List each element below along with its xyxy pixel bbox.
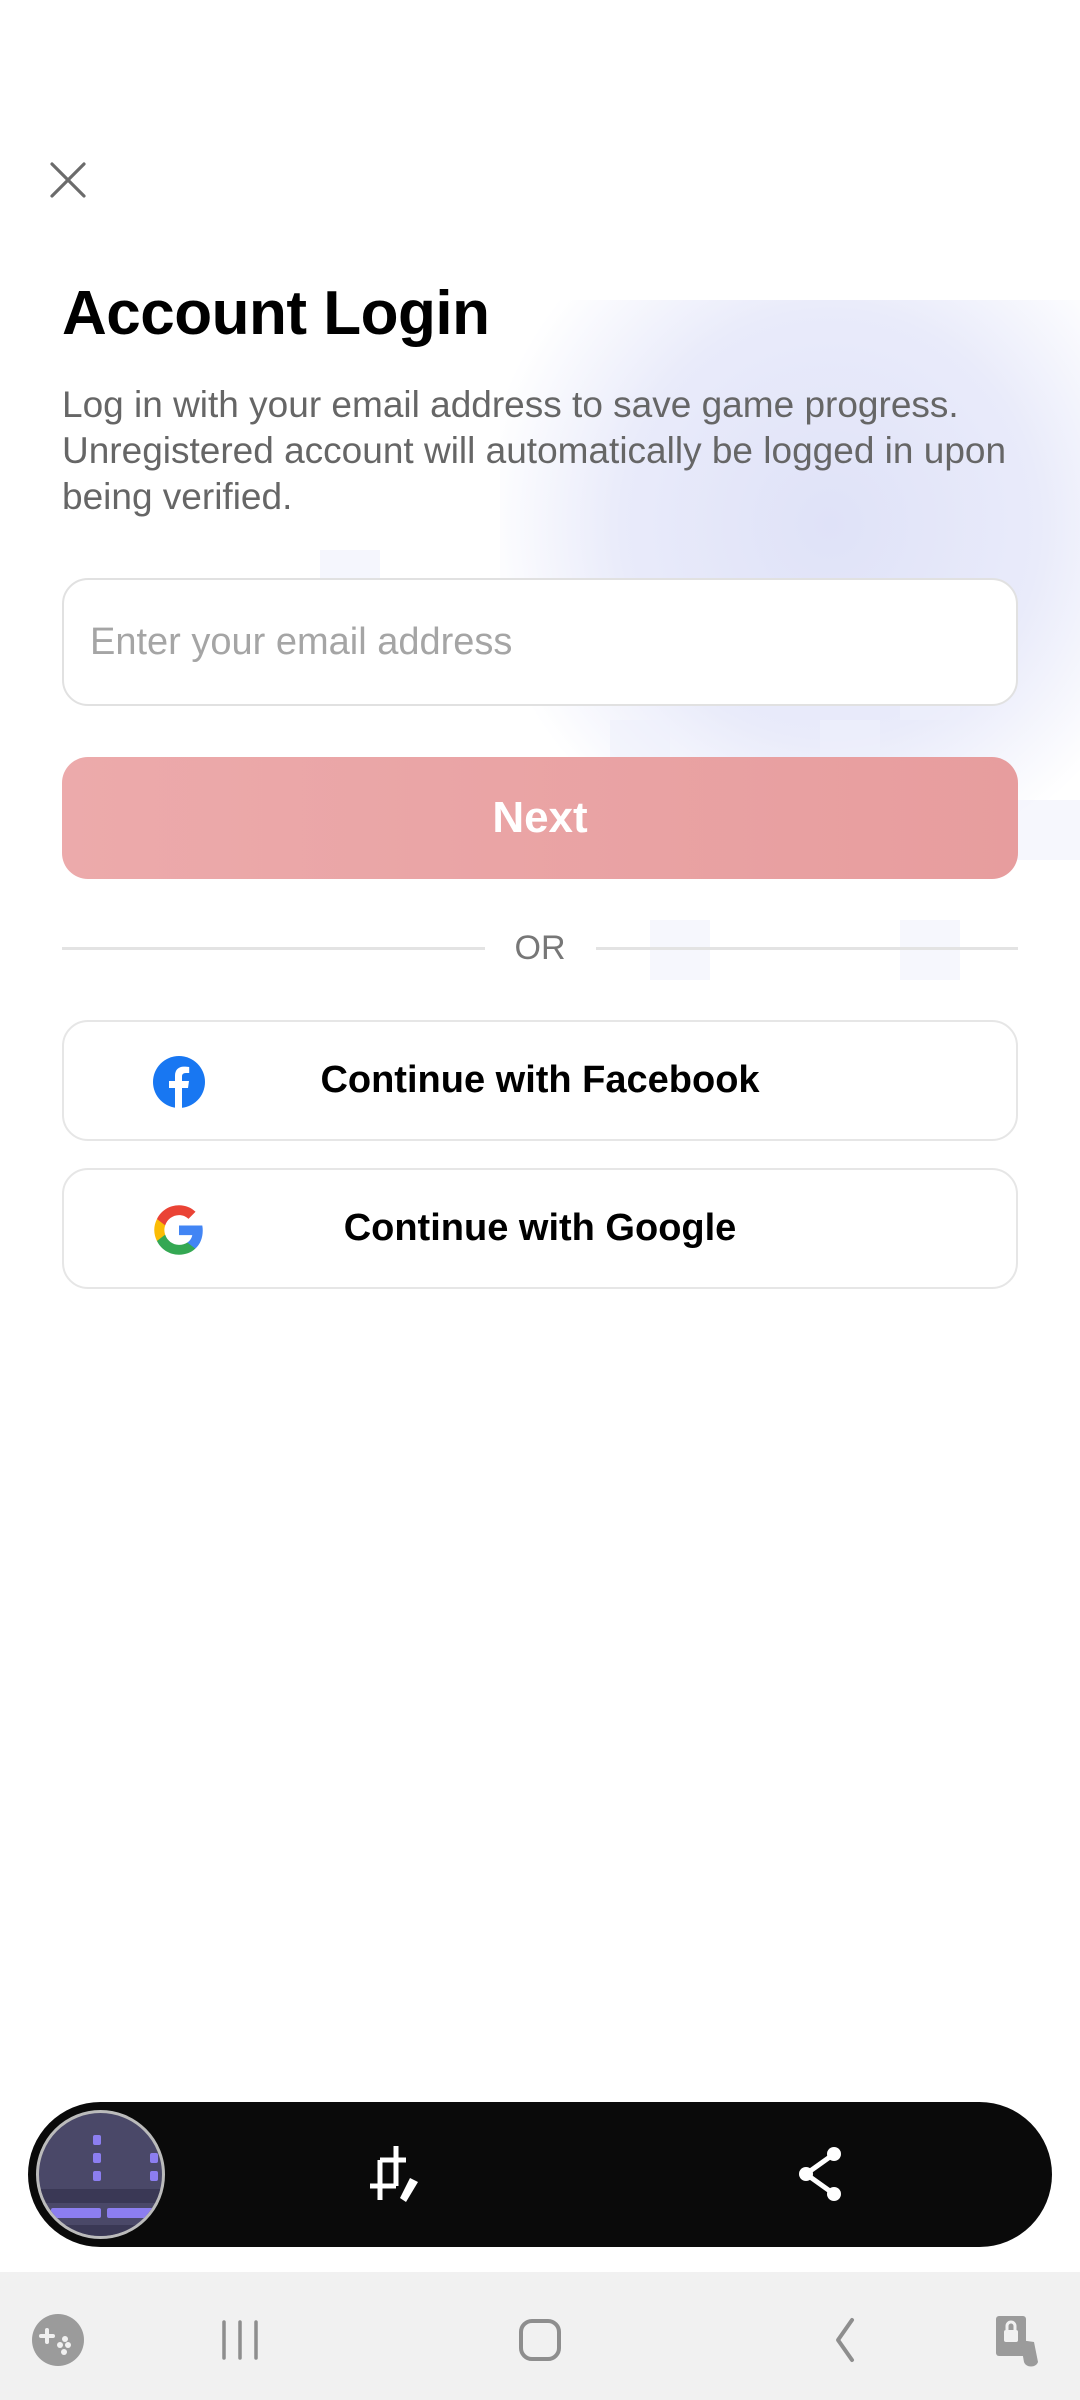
thumb-row <box>45 2171 158 2181</box>
screenshot-toolbar <box>28 2102 1052 2247</box>
facebook-icon <box>153 1056 205 1109</box>
thumb-chip <box>51 2208 101 2218</box>
google-button-label: Continue with Google <box>343 1207 737 1249</box>
thumb-band <box>39 2225 162 2236</box>
page-title: Account Login <box>62 279 490 348</box>
thumb-chip <box>107 2208 157 2218</box>
divider-line-right <box>595 946 1018 950</box>
navigation-bar <box>0 2272 1080 2400</box>
close-button[interactable] <box>38 150 98 210</box>
thumb-band <box>39 2189 162 2203</box>
google-icon <box>154 1205 203 1255</box>
share-icon[interactable] <box>790 2142 854 2206</box>
or-label: OR <box>514 928 566 967</box>
screenshot-thumbnail[interactable] <box>36 2110 165 2239</box>
continue-with-facebook-button[interactable]: Continue with Facebook <box>62 1020 1018 1141</box>
thumb-row <box>45 2153 158 2163</box>
close-icon <box>50 162 86 198</box>
email-input[interactable] <box>62 578 1018 706</box>
back-icon[interactable] <box>816 2312 872 2368</box>
next-button[interactable]: Next <box>62 757 1018 879</box>
home-icon[interactable] <box>512 2312 568 2368</box>
continue-with-google-button[interactable]: Continue with Google <box>62 1168 1018 1289</box>
accessibility-icon[interactable] <box>990 2312 1046 2368</box>
crop-edit-icon[interactable] <box>366 2142 430 2206</box>
divider-line-left <box>62 946 485 950</box>
login-description: Log in with your email address to save g… <box>62 384 1007 517</box>
game-launcher-icon[interactable] <box>30 2312 86 2368</box>
thumb-row <box>45 2135 156 2145</box>
or-divider: OR <box>62 920 1018 976</box>
facebook-button-label: Continue with Facebook <box>320 1059 760 1101</box>
recents-icon[interactable] <box>212 2312 268 2368</box>
